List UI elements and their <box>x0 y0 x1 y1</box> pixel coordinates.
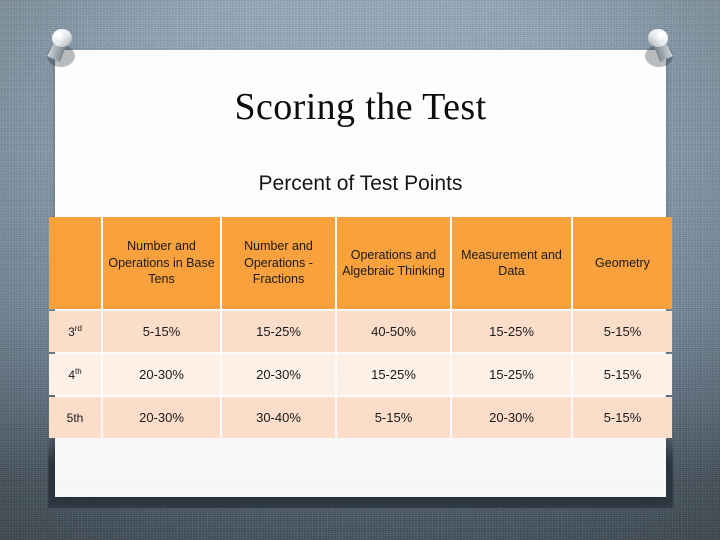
table-row: 5th 20-30% 30-40% 5-15% 20-30% 5-15% <box>49 397 672 438</box>
score-table-container: Number and Operations in Base Tens Numbe… <box>47 215 672 440</box>
cell-grade5-base-tens: 20-30% <box>103 397 220 438</box>
row-label-grade-4: 4th <box>49 354 101 395</box>
slide: Scoring the Test Percent of Test Points … <box>0 0 720 540</box>
cell-grade4-algebraic-thinking: 15-25% <box>337 354 450 395</box>
table-header: Number and Operations in Base Tens Numbe… <box>49 217 672 309</box>
table-header-geometry: Geometry <box>573 217 672 309</box>
cell-grade4-fractions: 20-30% <box>222 354 335 395</box>
cell-grade5-geometry: 5-15% <box>573 397 672 438</box>
cell-grade3-geometry: 5-15% <box>573 311 672 352</box>
cell-grade5-algebraic-thinking: 5-15% <box>337 397 450 438</box>
grade-suffix: th <box>75 366 82 376</box>
cell-grade5-measurement-and-data: 20-30% <box>452 397 571 438</box>
cell-grade3-fractions: 15-25% <box>222 311 335 352</box>
cell-grade5-fractions: 30-40% <box>222 397 335 438</box>
table-header-corner <box>49 217 101 309</box>
grade-number: 5th <box>66 410 84 425</box>
grade-number: 3 <box>68 324 75 339</box>
table-body: 3rd 5-15% 15-25% 40-50% 15-25% 5-15% 4th… <box>49 311 672 438</box>
table-header-row: Number and Operations in Base Tens Numbe… <box>49 217 672 309</box>
table-header-algebraic-thinking: Operations and Algebraic Thinking <box>337 217 450 309</box>
percent-of-test-points-table: Number and Operations in Base Tens Numbe… <box>47 215 674 440</box>
row-label-grade-3: 3rd <box>49 311 101 352</box>
table-row: 3rd 5-15% 15-25% 40-50% 15-25% 5-15% <box>49 311 672 352</box>
row-label-grade-5: 5th <box>49 397 101 438</box>
page-subtitle: Percent of Test Points <box>258 172 463 195</box>
table-row: 4th 20-30% 20-30% 15-25% 15-25% 5-15% <box>49 354 672 395</box>
cell-grade3-measurement-and-data: 15-25% <box>452 311 571 352</box>
cell-grade3-base-tens: 5-15% <box>103 311 220 352</box>
cell-grade4-geometry: 5-15% <box>573 354 672 395</box>
table-header-base-tens: Number and Operations in Base Tens <box>103 217 220 309</box>
cell-grade3-algebraic-thinking: 40-50% <box>337 311 450 352</box>
grade-suffix: rd <box>74 323 82 333</box>
cell-grade4-measurement-and-data: 15-25% <box>452 354 571 395</box>
page-title: Scoring the Test <box>234 86 487 128</box>
cell-grade4-base-tens: 20-30% <box>103 354 220 395</box>
grade-number: 4 <box>68 367 75 382</box>
table-header-fractions: Number and Operations - Fractions <box>222 217 335 309</box>
table-header-measurement-and-data: Measurement and Data <box>452 217 571 309</box>
